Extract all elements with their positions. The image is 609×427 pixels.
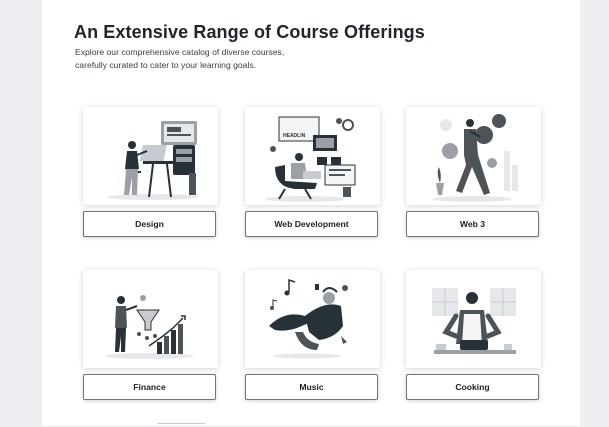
subtitle-line-2: carefully curated to cater to your learn…: [75, 60, 257, 70]
web-3-illustration[interactable]: [406, 107, 541, 205]
headline-tag: HEADLIN: [283, 133, 306, 139]
subtitle-line-1: Explore our comprehensive catalog of div…: [75, 47, 285, 57]
design-illustration[interactable]: [83, 107, 218, 205]
course-button-design[interactable]: Design: [83, 211, 216, 237]
course-button-music[interactable]: Music: [245, 374, 378, 400]
chef-illustration: [432, 288, 516, 354]
designer-illustration: [107, 121, 199, 200]
finance-illustration[interactable]: [83, 270, 218, 368]
course-card-design[interactable]: Design: [83, 107, 218, 239]
web-development-illustration[interactable]: HEADLIN: [245, 107, 380, 205]
web3-illustration: [432, 114, 518, 202]
course-button-finance[interactable]: Finance: [83, 374, 216, 400]
music-listener-illustration: [269, 278, 348, 359]
course-card-music[interactable]: Music: [245, 270, 380, 402]
course-button-web-development[interactable]: Web Development: [245, 211, 378, 237]
course-card-cooking[interactable]: Cooking: [406, 270, 541, 402]
course-button-web-3[interactable]: Web 3: [406, 211, 539, 237]
music-illustration[interactable]: [245, 270, 380, 368]
section-title: An Extensive Range of Course Offerings: [74, 22, 425, 42]
developer-illustration: HEADLIN: [265, 116, 356, 202]
next-row-edge: [157, 423, 205, 427]
finance-chart-illustration: [105, 295, 193, 359]
cooking-illustration[interactable]: [406, 270, 541, 368]
course-card-finance[interactable]: Finance: [83, 270, 218, 402]
course-button-cooking[interactable]: Cooking: [406, 374, 539, 400]
course-card-web-development[interactable]: HEADLIN Web Development: [245, 107, 380, 239]
section-subtitle: Explore our comprehensive catalog of div…: [75, 46, 335, 72]
course-card-web-3[interactable]: Web 3: [406, 107, 541, 239]
